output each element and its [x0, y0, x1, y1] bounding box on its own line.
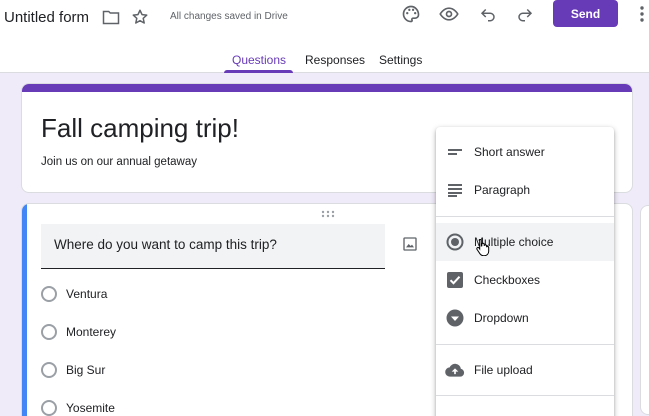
menu-divider [436, 344, 614, 345]
folder-icon[interactable] [101, 8, 121, 26]
menu-item-label: Paragraph [474, 183, 531, 197]
form-title[interactable]: Fall camping trip! [41, 113, 239, 144]
menu-item-short-answer[interactable]: Short answer [436, 133, 614, 171]
radio-button[interactable] [41, 400, 57, 416]
undo-icon[interactable] [477, 3, 499, 25]
menu-item-file-upload[interactable]: File upload [436, 351, 614, 389]
preview-eye-icon[interactable] [438, 3, 460, 25]
palette-icon[interactable] [400, 3, 422, 25]
active-question-indicator [22, 204, 27, 416]
menu-item-label: Checkboxes [474, 273, 541, 287]
option-item[interactable]: Big Sur [41, 362, 105, 378]
dropdown-icon [436, 309, 474, 327]
option-label[interactable]: Monterey [66, 325, 116, 339]
menu-divider [436, 395, 614, 396]
tab-questions[interactable]: Questions [232, 53, 286, 67]
add-image-icon[interactable] [400, 234, 420, 254]
cloud-upload-icon [436, 363, 474, 377]
checkbox-icon [436, 272, 474, 288]
radio-button[interactable] [41, 286, 57, 302]
save-status: All changes saved in Drive [170, 11, 288, 22]
menu-item-checkboxes[interactable]: Checkboxes [436, 261, 614, 299]
menu-item-label: Dropdown [474, 311, 529, 325]
option-label[interactable]: Big Sur [66, 363, 105, 377]
question-type-menu: Short answer Paragraph Multiple choice C… [436, 127, 614, 416]
option-label[interactable]: Ventura [66, 287, 107, 301]
menu-divider [436, 216, 614, 217]
option-item[interactable]: Yosemite [41, 400, 115, 416]
star-icon[interactable] [130, 7, 150, 27]
tab-settings[interactable]: Settings [379, 53, 422, 67]
floating-toolbar [640, 205, 649, 415]
form-description[interactable]: Join us on our annual getaway [41, 156, 197, 168]
option-label[interactable]: Yosemite [66, 401, 115, 415]
more-vert-icon[interactable] [634, 3, 649, 25]
tab-responses[interactable]: Responses [305, 53, 365, 67]
hand-cursor-icon [476, 238, 490, 261]
active-tab-indicator [224, 70, 293, 73]
radio-button[interactable] [41, 324, 57, 340]
option-item[interactable]: Monterey [41, 324, 116, 340]
menu-item-label: Short answer [474, 145, 545, 159]
title-card-accent [22, 84, 632, 92]
menu-item-multiple-choice[interactable]: Multiple choice [436, 223, 614, 261]
menu-item-label: File upload [474, 363, 533, 377]
form-name[interactable]: Untitled form [4, 9, 89, 26]
drag-handle-icon[interactable] [321, 210, 335, 218]
option-item[interactable]: Ventura [41, 286, 107, 302]
app-header: Untitled form All changes saved in Drive… [0, 0, 649, 73]
menu-item-dropdown[interactable]: Dropdown [436, 299, 614, 337]
short-answer-icon [436, 147, 474, 157]
send-button[interactable]: Send [553, 0, 618, 27]
radio-button-icon [436, 233, 474, 251]
menu-item-paragraph[interactable]: Paragraph [436, 171, 614, 209]
paragraph-icon [436, 183, 474, 197]
question-title-input[interactable]: Where do you want to camp this trip? [41, 224, 385, 269]
radio-button[interactable] [41, 362, 57, 378]
redo-icon[interactable] [514, 3, 536, 25]
